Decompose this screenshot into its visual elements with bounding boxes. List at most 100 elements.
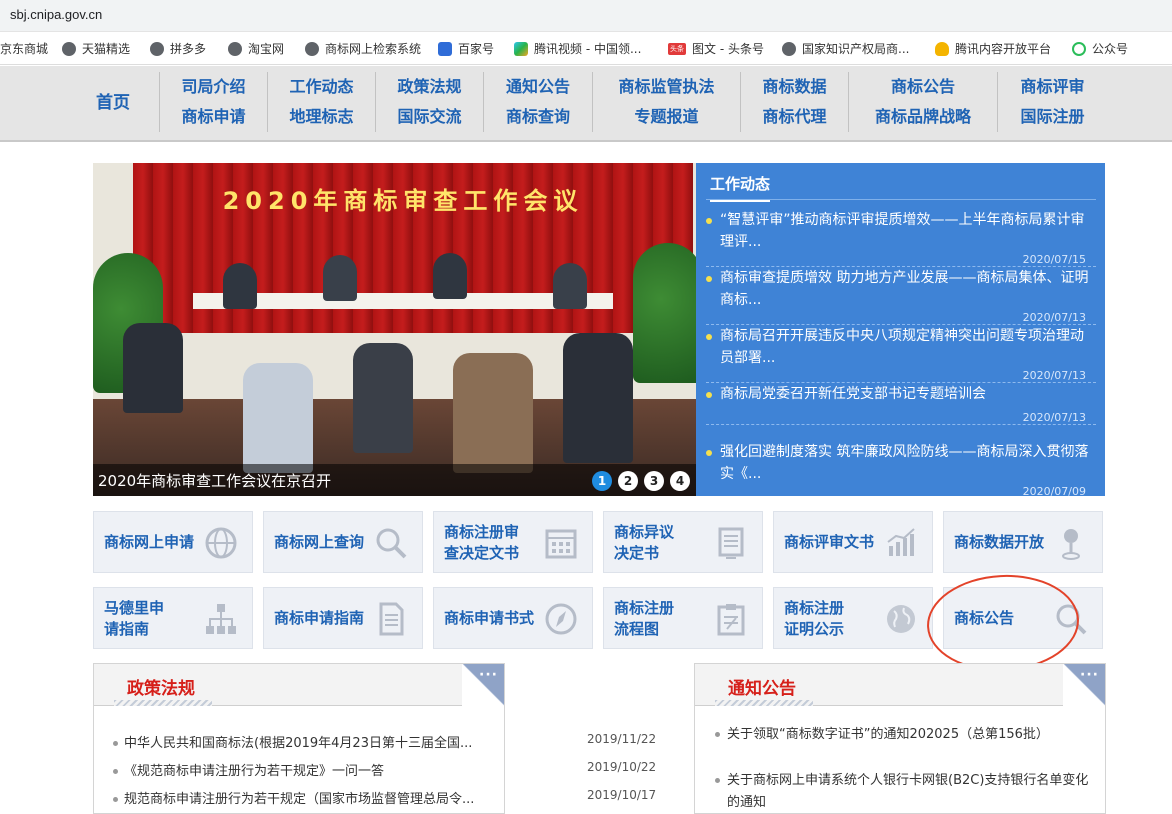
toutiao-icon: 头条 — [668, 42, 686, 55]
calendar-icon — [545, 529, 577, 559]
notice-more-button[interactable]: ··· — [1063, 664, 1105, 706]
news-item[interactable]: 商标局党委召开新任党支部书记专题培训会 2020/07/13 — [706, 383, 1096, 425]
nav-item-trademark-agency[interactable]: 商标代理 — [741, 102, 848, 132]
clipboard-icon — [717, 604, 745, 636]
nav-item-intl-registration[interactable]: 国际注册 — [998, 102, 1107, 132]
nav-item-bureau-intro[interactable]: 司局介绍 — [160, 72, 267, 102]
tile-data-open[interactable]: 商标数据开放 — [943, 511, 1103, 573]
banner-slide-photo[interactable]: 2020年商标审查工作会议 — [93, 163, 696, 496]
policy-more-button[interactable]: ··· — [462, 664, 504, 706]
bookmark-jd[interactable]: 京东商城 — [0, 40, 48, 57]
wechat-icon — [1072, 41, 1086, 56]
nav-item-trademark-gazette[interactable]: 商标公告 — [849, 72, 997, 102]
nav-home[interactable]: 首页 — [96, 88, 130, 113]
nav-column-1: 司局介绍 商标申请 — [159, 72, 267, 132]
more-dots-icon: ··· — [479, 667, 498, 683]
document-icon — [718, 527, 744, 559]
bookmark-tencent-video[interactable]: 腾讯视频 - 中国领... — [514, 40, 641, 57]
nav-column-7: 商标公告 商标品牌战略 — [848, 72, 997, 132]
nav-column-2: 工作动态 地理标志 — [267, 72, 375, 132]
notice-panel: 通知公告 ··· 关于领取“商标数字证书”的通知202025（总第156批） 关… — [694, 663, 1106, 814]
nav-item-intl-exchange[interactable]: 国际交流 — [376, 102, 483, 132]
news-item[interactable]: 商标局召开开展违反中央八项规定精神突出问题专项治理动员部署... 2020/07… — [706, 325, 1096, 383]
compass-icon — [545, 603, 577, 635]
news-item[interactable]: 强化回避制度落实 筑牢廉政风险防线——商标局深入贯彻落实《... 2020/07… — [706, 441, 1096, 498]
nav-item-brand-strategy[interactable]: 商标品牌战略 — [849, 102, 997, 132]
bookmark-pinduoduo[interactable]: 拼多多 — [150, 40, 206, 57]
nav-column-8: 商标评审 国际注册 — [997, 72, 1107, 132]
notice-title[interactable]: 通知公告 — [728, 674, 796, 703]
location-pin-icon — [1062, 529, 1080, 560]
bookmark-cnipa[interactable]: 国家知识产权局商... — [782, 40, 909, 57]
magnifier-icon — [1056, 604, 1087, 635]
bookmark-toutiao[interactable]: 头条 图文 - 头条号 — [668, 40, 764, 57]
banner-page-4[interactable]: 4 — [670, 471, 690, 491]
baidu-icon — [438, 41, 452, 56]
nav-item-trademark-data[interactable]: 商标数据 — [741, 72, 848, 102]
globe-icon — [305, 41, 319, 56]
nav-item-notices[interactable]: 通知公告 — [484, 72, 592, 102]
news-item[interactable]: 商标审查提质增效 助力地方产业发展——商标局集体、证明商标... 2020/07… — [706, 267, 1096, 325]
globe-icon — [782, 41, 796, 56]
bookmark-tmall[interactable]: 天猫精选 — [62, 40, 130, 57]
bookmark-baijiahao[interactable]: 百家号 — [438, 40, 494, 57]
nav-column-3: 政策法规 国际交流 — [375, 72, 483, 132]
main-nav: 首页 司局介绍 商标申请 工作动态 地理标志 政策法规 国际交流 通知公告 商标… — [0, 66, 1172, 142]
notice-item[interactable]: 关于商标网上申请系统个人银行卡网银(B2C)支持银行名单变化的通知 — [715, 770, 1095, 814]
globe-icon — [62, 41, 76, 56]
tile-trademark-gazette[interactable]: 商标公告 — [943, 587, 1103, 649]
tile-opposition-decisions[interactable]: 商标异议 决定书 — [603, 511, 763, 573]
banner-page-3[interactable]: 3 — [644, 471, 664, 491]
globe-icon — [205, 527, 237, 559]
address-bar[interactable]: sbj.cnipa.gov.cn — [0, 0, 1172, 32]
nav-column-6: 商标数据 商标代理 — [740, 72, 848, 132]
policy-item[interactable]: 中华人民共和国商标法(根据2019年4月23日第十三届全国... 2019/11… — [113, 732, 656, 751]
tile-madrid-guide[interactable]: 马德里申 请指南 — [93, 587, 253, 649]
policy-title[interactable]: 政策法规 — [127, 674, 195, 703]
tile-online-application[interactable]: 商标网上申请 — [93, 511, 253, 573]
nav-column-5: 商标监管执法 专题报道 — [592, 72, 740, 132]
tile-application-guide[interactable]: 商标申请指南 — [263, 587, 423, 649]
news-item[interactable]: “智慧评审”推动商标评审提质增效——上半年商标局累计审理评... 2020/07… — [706, 209, 1096, 267]
nav-column-4: 通知公告 商标查询 — [483, 72, 592, 132]
magnifier-icon — [376, 528, 407, 559]
bell-icon — [935, 41, 949, 56]
nav-item-special-reports[interactable]: 专题报道 — [593, 102, 740, 132]
banner-caption[interactable]: 2020年商标审查工作会议在京召开 — [98, 470, 331, 491]
bookmarks-bar: 京东商城 天猫精选 拼多多 淘宝网 商标网上检索系统 百家号 腾讯视频 - 中国… — [0, 32, 1172, 65]
policy-item[interactable]: 规范商标申请注册行为若干规定（国家市场监督管理总局令... 2019/10/17 — [113, 788, 656, 807]
tile-application-forms[interactable]: 商标申请书式 — [433, 587, 593, 649]
file-icon — [379, 602, 404, 636]
org-chart-icon — [206, 604, 236, 634]
bookmark-tencent-open[interactable]: 腾讯内容开放平台 — [935, 40, 1051, 57]
globe-icon — [887, 605, 915, 633]
tile-certification-notice[interactable]: 商标注册 证明公示 — [773, 587, 933, 649]
tencent-video-icon — [514, 41, 528, 56]
banner-pagination: 1 2 3 4 — [586, 471, 690, 491]
more-dots-icon: ··· — [1080, 667, 1099, 683]
nav-item-trademark-query[interactable]: 商标查询 — [484, 102, 592, 132]
tile-registration-flow[interactable]: 商标注册 流程图 — [603, 587, 763, 649]
nav-item-enforcement[interactable]: 商标监管执法 — [593, 72, 740, 102]
tile-review-decisions[interactable]: 商标注册审 查决定文书 — [433, 511, 593, 573]
banner-page-1[interactable]: 1 — [592, 471, 612, 491]
globe-icon — [228, 41, 242, 56]
banner-page-2[interactable]: 2 — [618, 471, 638, 491]
globe-icon — [150, 41, 164, 56]
nav-item-trademark-review[interactable]: 商标评审 — [998, 72, 1107, 102]
banner-hall-title: 2020年商标审查工作会议 — [222, 187, 584, 215]
nav-item-geo-marks[interactable]: 地理标志 — [268, 102, 375, 132]
work-news-title[interactable]: 工作动态 — [710, 173, 771, 202]
tile-online-query[interactable]: 商标网上查询 — [263, 511, 423, 573]
bookmark-trademark-search[interactable]: 商标网上检索系统 — [305, 40, 421, 57]
bookmark-wechat[interactable]: 公众号 — [1072, 40, 1128, 57]
notice-item[interactable]: 关于领取“商标数字证书”的通知202025（总第156批） — [715, 724, 1095, 746]
bookmark-taobao[interactable]: 淘宝网 — [228, 40, 284, 57]
tile-review-documents[interactable]: 商标评审文书 — [773, 511, 933, 573]
nav-item-policy[interactable]: 政策法规 — [376, 72, 483, 102]
policy-item[interactable]: 《规范商标申请注册行为若干规定》一问一答 2019/10/22 — [113, 760, 656, 779]
bar-chart-icon — [887, 528, 915, 556]
nav-item-work-news[interactable]: 工作动态 — [268, 72, 375, 102]
work-news-panel: 工作动态 “智慧评审”推动商标评审提质增效——上半年商标局累计审理评... 20… — [696, 163, 1105, 498]
nav-item-trademark-apply[interactable]: 商标申请 — [160, 102, 267, 132]
